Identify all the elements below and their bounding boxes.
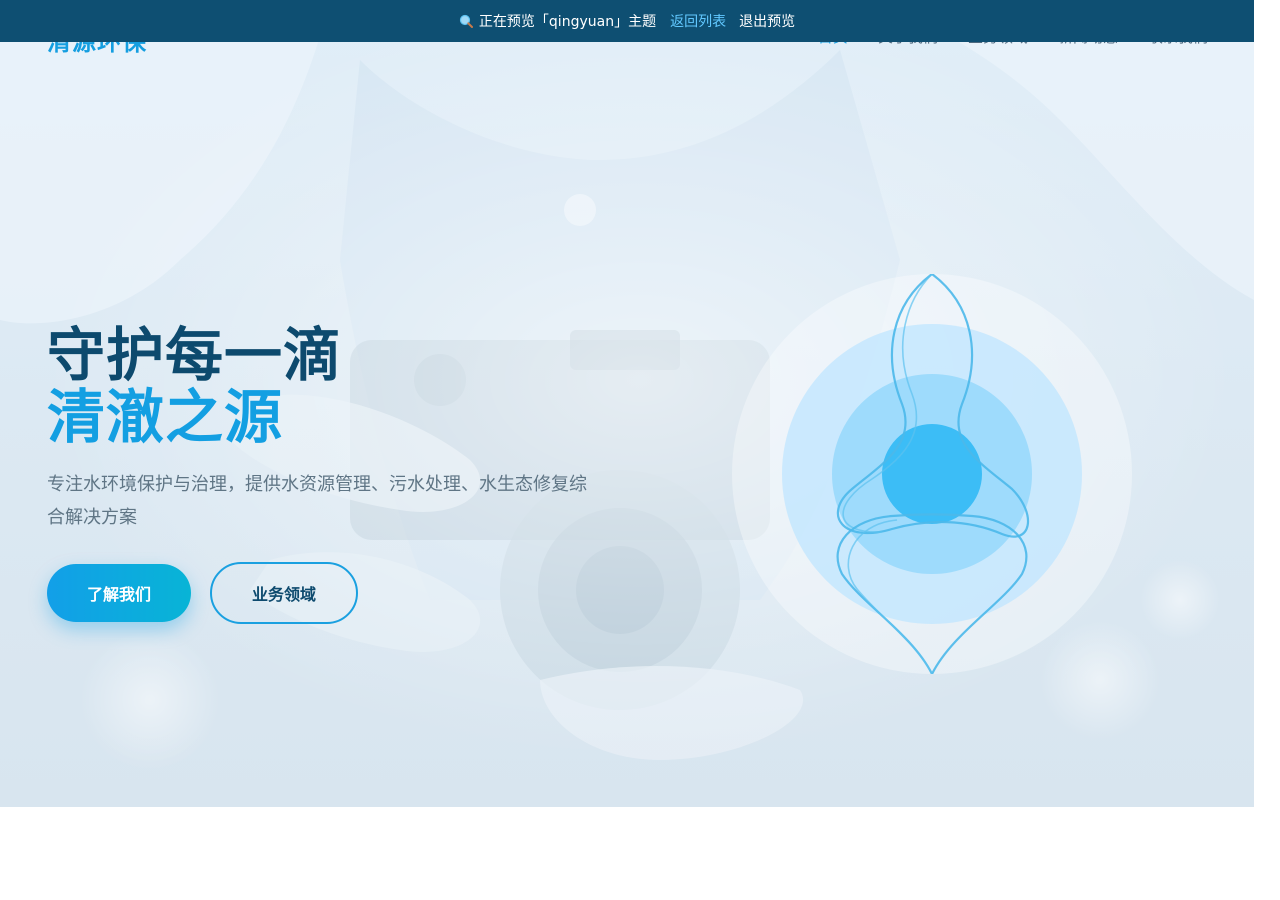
theme-preview-bar: 正在预览「qingyuan」主题 返回列表 退出预览	[0, 0, 1254, 42]
preview-status-text: 正在预览「qingyuan」主题	[478, 14, 657, 30]
back-to-list-link[interactable]: 返回列表	[670, 11, 726, 31]
about-us-button[interactable]: 了解我们	[47, 564, 191, 622]
preview-status: 正在预览「qingyuan」主题	[459, 11, 656, 31]
hero-description: 专注水环境保护与治理，提供水资源管理、污水处理、水生态修复综合解决方案	[47, 474, 587, 528]
business-areas-button[interactable]: 业务领域	[210, 562, 358, 624]
hero-title-line1: 守护每一滴	[47, 321, 343, 389]
hero-section: 清源环保 首页 关于我们 业务领域 新闻动态 联系我们 守护每一滴 清澈之源 专…	[0, 0, 1254, 807]
hero-title-line2: 清澈之源	[47, 383, 284, 451]
exit-preview-link[interactable]: 退出预览	[739, 11, 795, 31]
magnifier-icon	[459, 14, 473, 28]
water-drop-icon	[732, 274, 1132, 674]
